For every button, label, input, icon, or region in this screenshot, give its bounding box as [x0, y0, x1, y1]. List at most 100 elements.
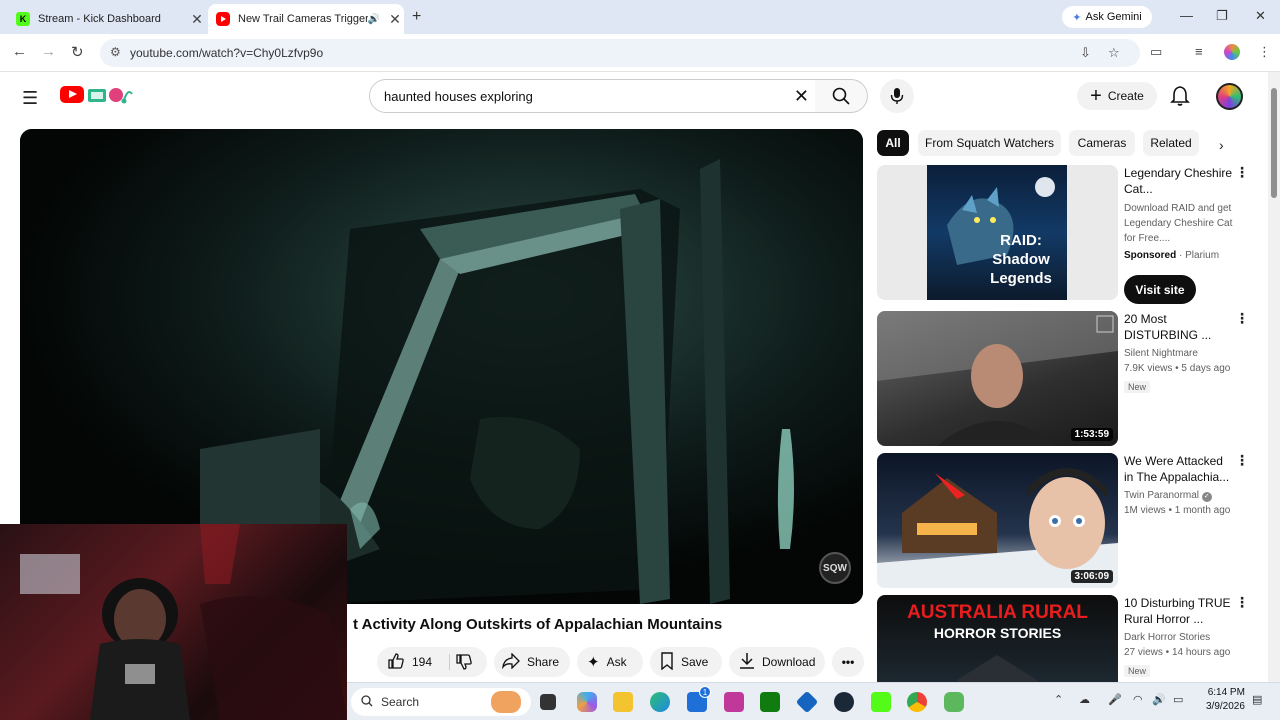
- channel-name[interactable]: Dark Horror Stories: [1124, 631, 1234, 645]
- like-thumb-up-icon[interactable]: [387, 652, 405, 673]
- clear-search-icon[interactable]: ✕: [794, 86, 809, 107]
- sponsored-label: Sponsored · Plarium: [1124, 250, 1220, 261]
- battery-icon[interactable]: ▭: [1173, 693, 1183, 706]
- microsoft-store-icon[interactable]: 1: [687, 686, 711, 712]
- share-button[interactable]: Share: [494, 647, 570, 677]
- site-info-icon[interactable]: ⚙: [110, 45, 121, 59]
- close-tab-icon[interactable]: ✕: [188, 11, 206, 28]
- microphone-icon: [890, 88, 904, 104]
- verified-check-icon: ✓: [1201, 492, 1212, 502]
- recommended-video[interactable]: 3:06:09 We Were Attacked in The Appalach…: [877, 453, 1257, 589]
- media-controls-icon[interactable]: ≡: [1195, 44, 1203, 59]
- more-options-icon[interactable]: ⋮: [1235, 311, 1249, 325]
- dislike-thumb-down-icon[interactable]: [455, 653, 473, 674]
- youtube-logo-icon[interactable]: [60, 86, 84, 103]
- more-options-icon[interactable]: ⋮: [1235, 453, 1249, 467]
- youtube-doodle-logo[interactable]: [86, 84, 136, 109]
- youtube-masthead: ☰ haunted houses exploring ✕ + Create: [0, 72, 1268, 120]
- channel-watermark[interactable]: SQW: [819, 552, 851, 584]
- maximize-icon[interactable]: ❐: [1216, 8, 1228, 24]
- scrollbar-thumb[interactable]: [1271, 88, 1277, 198]
- browser-profile-avatar[interactable]: [1224, 44, 1240, 60]
- photos-app-icon[interactable]: [724, 692, 744, 712]
- page-scrollbar[interactable]: [1268, 72, 1280, 682]
- audio-playing-icon[interactable]: 🔊: [368, 14, 380, 25]
- new-tab-button[interactable]: +: [412, 8, 421, 26]
- tab-youtube-video[interactable]: New Trail Cameras Trigger I 🔊 ✕: [208, 4, 404, 34]
- save-button[interactable]: Save: [650, 647, 722, 677]
- forward-icon[interactable]: →: [41, 43, 56, 60]
- video-title: We Were Attacked in The Appalachia...: [1124, 454, 1230, 484]
- visit-site-button[interactable]: Visit site: [1124, 275, 1196, 304]
- tray-microphone-icon[interactable]: 🎤: [1108, 693, 1122, 706]
- install-app-icon[interactable]: ⇩: [1080, 45, 1091, 61]
- cast-icon[interactable]: ▭: [1150, 44, 1162, 60]
- taskbar-clock[interactable]: 6:14 PM 3/9/2026: [1206, 686, 1245, 714]
- channel-name[interactable]: Silent Nightmare: [1124, 347, 1234, 361]
- create-button[interactable]: + Create: [1077, 82, 1157, 110]
- notifications-bell-icon[interactable]: [1170, 85, 1190, 112]
- view-stats: 1M views • 1 month ago: [1124, 505, 1231, 516]
- taskbar-search-box[interactable]: Search: [351, 688, 531, 716]
- voice-search-button[interactable]: [880, 79, 914, 113]
- chip-all[interactable]: All: [877, 130, 909, 156]
- more-actions-icon[interactable]: •••: [832, 647, 864, 677]
- more-options-icon[interactable]: ⋮: [1235, 595, 1249, 609]
- sponsored-ad-card[interactable]: RAID: Shadow Legends Legendary Cheshire …: [877, 165, 1257, 305]
- address-bar[interactable]: ⚙ youtube.com/watch?v=Chy0Lzfvp9o ⇩ ☆: [100, 39, 1140, 67]
- kick-app-icon[interactable]: [871, 692, 891, 712]
- chrome-menu-icon[interactable]: ⋮: [1258, 44, 1271, 60]
- tray-chevron-up-icon[interactable]: ⌃: [1054, 693, 1063, 706]
- close-window-icon[interactable]: ✕: [1255, 8, 1266, 24]
- gemini-label: Ask Gemini: [1085, 11, 1142, 23]
- dino-app-icon[interactable]: [944, 692, 964, 712]
- file-explorer-icon[interactable]: [613, 692, 633, 712]
- steam-icon[interactable]: [834, 692, 854, 712]
- more-options-icon[interactable]: ⋮: [1235, 165, 1249, 179]
- edge-browser-icon[interactable]: [650, 692, 670, 712]
- like-dislike-group: 194: [377, 647, 487, 677]
- video-thumbnail[interactable]: 1:53:59: [877, 311, 1118, 446]
- ad-thumbnail[interactable]: RAID: Shadow Legends: [877, 165, 1118, 300]
- chrome-icon[interactable]: [907, 692, 927, 712]
- account-avatar[interactable]: [1216, 83, 1243, 110]
- tab-kick-dashboard[interactable]: K Stream - Kick Dashboard ✕: [8, 4, 206, 34]
- minimize-icon[interactable]: —: [1180, 8, 1193, 23]
- like-count[interactable]: 194: [412, 655, 432, 669]
- search-button[interactable]: [815, 79, 868, 113]
- video-thumbnail[interactable]: AUSTRALIA RURAL HORROR STORIES: [877, 595, 1118, 682]
- outlook-icon[interactable]: [795, 690, 819, 714]
- video-thumbnail[interactable]: 3:06:09: [877, 453, 1118, 588]
- chip-cameras[interactable]: Cameras: [1069, 130, 1135, 156]
- ad-thumbnail-text: RAID: Shadow Legends: [990, 232, 1052, 287]
- chip-related[interactable]: Related: [1143, 130, 1199, 156]
- cloud-icon[interactable]: ☁: [1079, 693, 1090, 706]
- chip-from-squatch-watchers[interactable]: From Squatch Watchers: [918, 130, 1061, 156]
- kick-favicon-icon: K: [16, 12, 30, 26]
- task-view-icon[interactable]: [540, 694, 556, 710]
- create-label: Create: [1107, 89, 1144, 103]
- recommended-video[interactable]: 1:53:59 20 Most DISTURBING ... Silent Ni…: [877, 311, 1257, 447]
- menu-hamburger-icon[interactable]: ☰: [22, 88, 38, 109]
- volume-icon[interactable]: 🔊: [1152, 693, 1166, 706]
- bookmark-star-icon[interactable]: ☆: [1108, 45, 1120, 61]
- new-badge: New: [1124, 665, 1151, 677]
- wifi-icon[interactable]: ◠: [1133, 693, 1143, 706]
- ad-meta: Legendary Cheshire Cat... Download RAID …: [1124, 165, 1234, 261]
- ask-button[interactable]: ✦ Ask: [577, 647, 643, 677]
- ask-gemini-button[interactable]: ✦ Ask Gemini: [1062, 6, 1152, 28]
- video-title: 10 Disturbing TRUE Rural Horror ...: [1124, 596, 1231, 626]
- xbox-icon[interactable]: [760, 692, 780, 712]
- notification-center-icon[interactable]: ▤: [1252, 693, 1262, 706]
- copilot-icon[interactable]: [577, 692, 597, 712]
- close-tab-icon[interactable]: ✕: [386, 11, 404, 28]
- channel-name[interactable]: Twin Paranormal ✓: [1124, 489, 1234, 503]
- video-meta: 20 Most DISTURBING ... Silent Nightmare …: [1124, 311, 1234, 395]
- reload-icon[interactable]: ↻: [71, 43, 84, 61]
- chevron-right-icon[interactable]: ›: [1219, 137, 1224, 153]
- download-button[interactable]: Download: [729, 647, 825, 677]
- search-input[interactable]: haunted houses exploring ✕: [369, 79, 816, 113]
- video-title: t Activity Along Outskirts of Appalachia…: [353, 616, 723, 633]
- recommended-video[interactable]: AUSTRALIA RURAL HORROR STORIES 10 Distur…: [877, 595, 1257, 682]
- back-icon[interactable]: ←: [12, 43, 27, 60]
